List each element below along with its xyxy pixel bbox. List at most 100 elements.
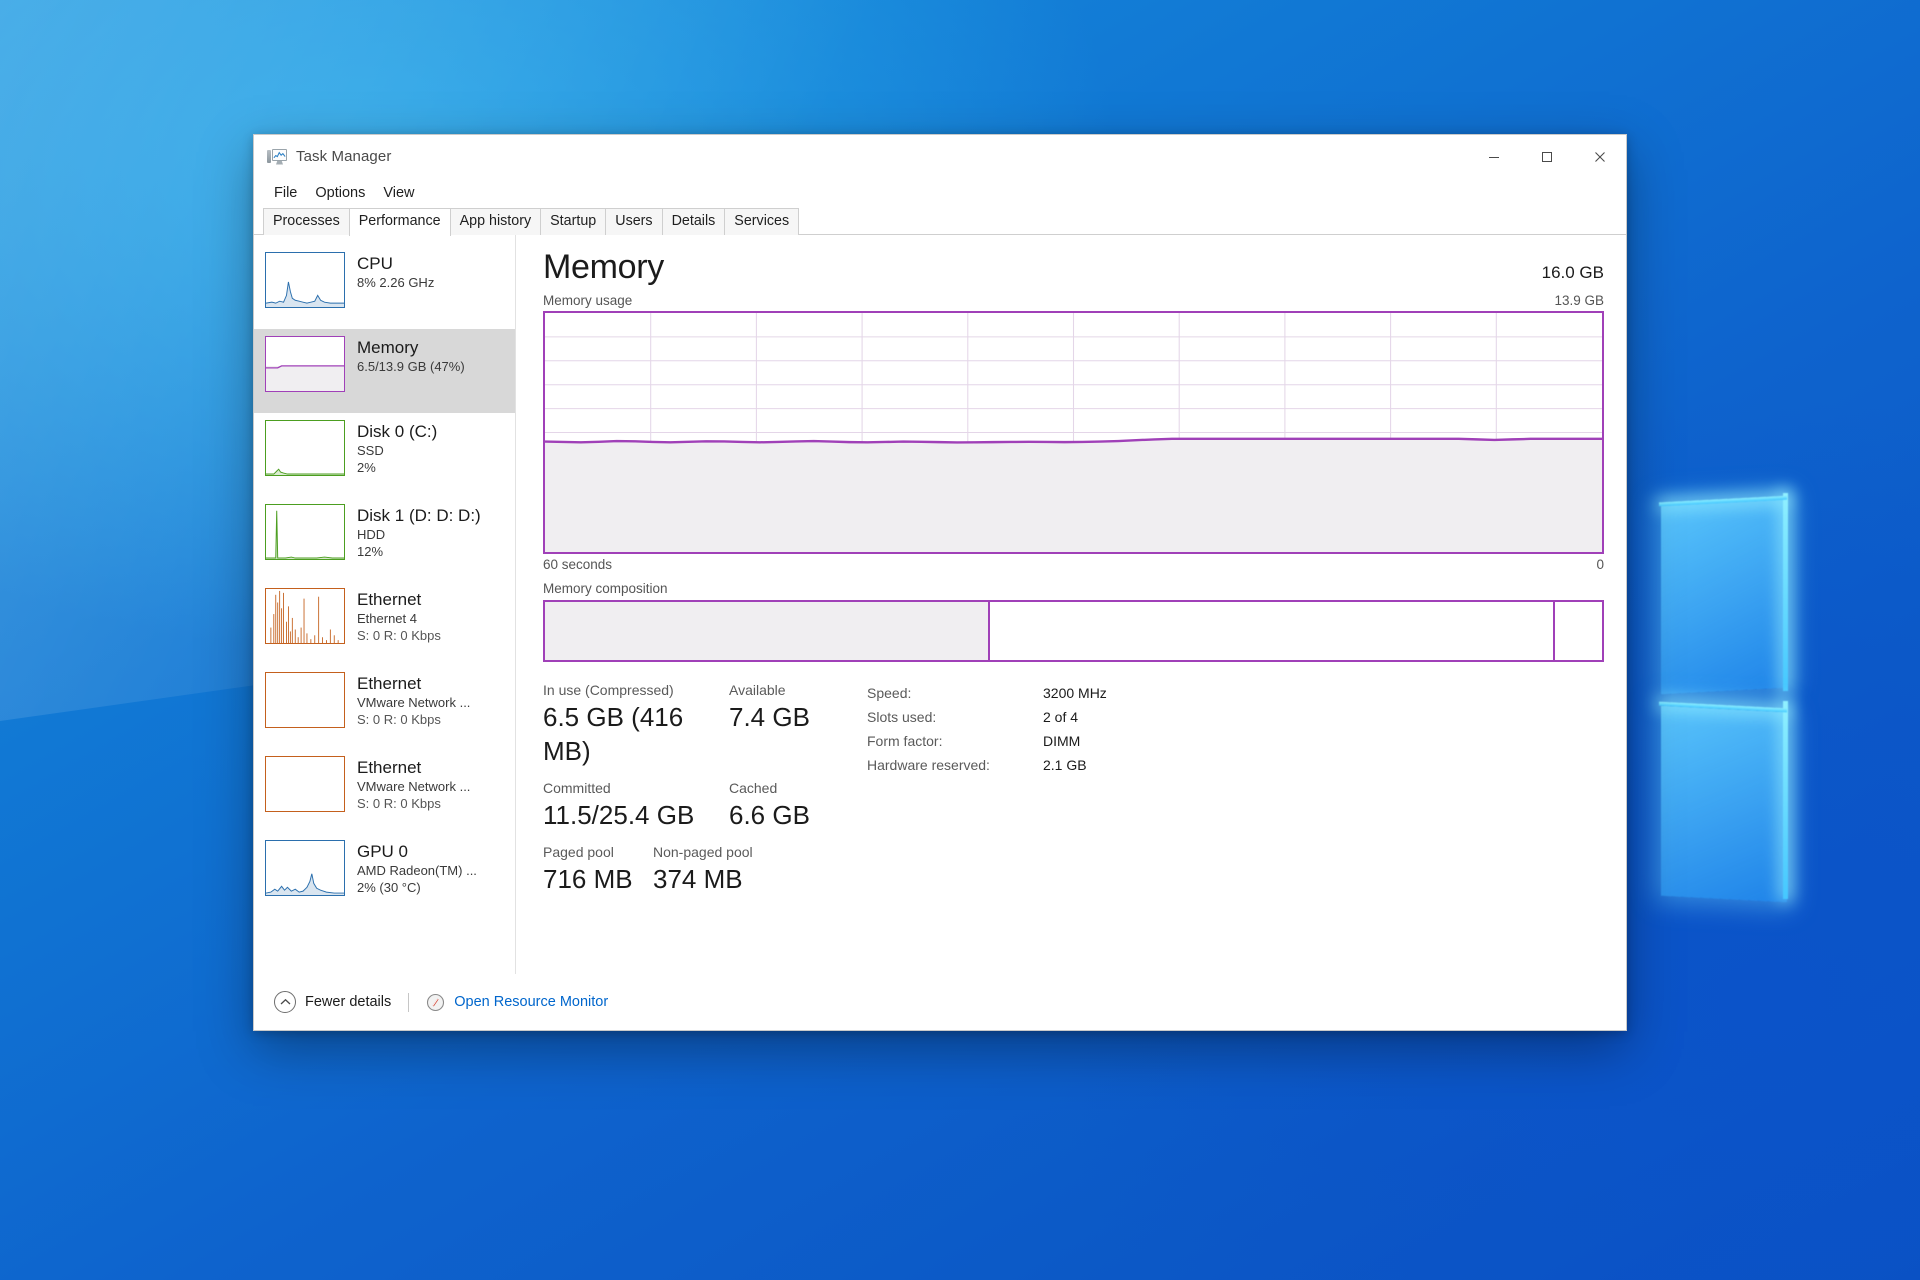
sidebar-item-sub2: S: 0 R: 0 Kbps	[357, 712, 441, 727]
close-button[interactable]	[1573, 135, 1626, 178]
panel-header: Memory 16.0 GB	[543, 247, 1604, 287]
tab-startup[interactable]: Startup	[540, 208, 607, 235]
detail-row-speed: Speed: 3200 MHz	[867, 681, 1107, 705]
footer-divider	[408, 992, 410, 1012]
resource-monitor-icon	[426, 993, 445, 1012]
menu-options[interactable]: Options	[307, 182, 373, 204]
composition-segment-in-use[interactable]	[545, 602, 988, 660]
in-use-value: 6.5 GB (416 MB)	[543, 702, 684, 766]
windows-logo-wallpaper	[1655, 487, 1915, 907]
sidebar-item-disk1[interactable]: Disk 1 (D: D: D:) HDD 12%	[254, 497, 515, 581]
sidebar-item-gpu0[interactable]: GPU 0 AMD Radeon(TM) ... 2% (30 °C)	[254, 833, 515, 917]
tab-app-history[interactable]: App history	[449, 208, 542, 235]
sidebar-item-ethernet-4[interactable]: Ethernet Ethernet 4 S: 0 R: 0 Kbps	[254, 581, 515, 665]
sidebar-item-sub1: VMware Network ...	[357, 779, 471, 794]
graph-axis-labels: 60 seconds 0	[543, 557, 1604, 572]
title-bar[interactable]: Task Manager	[254, 135, 1626, 178]
sidebar-item-title: GPU 0	[357, 842, 409, 861]
sidebar-item-sub2: 12%	[357, 544, 384, 559]
disk0-thumbnail-graph	[265, 420, 345, 476]
detail-value: 2.1 GB	[1043, 757, 1087, 773]
sidebar-item-memory[interactable]: Memory 6.5/13.9 GB (47%)	[254, 329, 515, 413]
sidebar-item-title: Disk 0 (C:)	[357, 422, 438, 441]
stat-group-pools: Paged pool Non-paged pool 716 MB 374 MB	[543, 842, 843, 896]
open-resource-monitor-link[interactable]: Open Resource Monitor	[426, 993, 608, 1012]
memory-usage-chart	[543, 311, 1604, 554]
ethernet4-thumbnail-graph	[265, 588, 345, 644]
sidebar-item-title: CPU	[357, 254, 393, 273]
minimize-button[interactable]	[1467, 135, 1520, 178]
sidebar-item-sub1: AMD Radeon(TM) ...	[357, 863, 477, 878]
non-paged-pool-value: 374 MB	[653, 864, 743, 894]
window-controls	[1467, 135, 1626, 178]
menu-bar: File Options View	[254, 178, 1626, 207]
memory-thumbnail-graph	[265, 336, 345, 392]
detail-key: Slots used:	[867, 709, 937, 725]
window-body: CPU 8% 2.26 GHz Memory 6.5/13.9 GB (47%)	[254, 235, 1626, 974]
tab-performance[interactable]: Performance	[348, 208, 451, 236]
detail-value: 2 of 4	[1043, 709, 1079, 725]
sidebar-item-sub2: S: 0 R: 0 Kbps	[357, 796, 441, 811]
tab-strip: Processes Performance App history Startu…	[254, 207, 1626, 236]
stat-group-inuse-available: In use (Compressed) Available 6.5 GB (41…	[543, 680, 843, 768]
sidebar-item-ethernet-vmware-1[interactable]: Ethernet VMware Network ... S: 0 R: 0 Kb…	[254, 665, 515, 749]
chevron-up-icon	[274, 991, 296, 1013]
ethernet-vmware1-thumbnail-graph	[265, 672, 345, 728]
ethernet-vmware2-thumbnail-graph	[265, 756, 345, 812]
cpu-thumbnail-graph	[265, 252, 345, 308]
window-footer: Fewer details Open Resource Monitor	[254, 974, 1626, 1030]
sidebar-item-sub1: HDD	[357, 527, 386, 542]
tab-users[interactable]: Users	[605, 208, 663, 235]
detail-value: 3200 MHz	[1043, 685, 1107, 701]
menu-view[interactable]: View	[375, 182, 422, 204]
tab-details[interactable]: Details	[661, 208, 726, 235]
sidebar-item-title: Disk 1 (D: D: D:)	[357, 506, 481, 525]
memory-statistics: In use (Compressed) Available 6.5 GB (41…	[543, 680, 1604, 906]
sidebar-item-title: Ethernet	[357, 758, 422, 777]
available-value: 7.4 GB	[729, 702, 810, 732]
sidebar-item-sub2: 2% (30 °C)	[357, 880, 421, 895]
sidebar-item-cpu[interactable]: CPU 8% 2.26 GHz	[254, 245, 515, 329]
sidebar-item-ethernet-vmware-2[interactable]: Ethernet VMware Network ... S: 0 R: 0 Kb…	[254, 749, 515, 833]
detail-row-hardware-reserved: Hardware reserved: 2.1 GB	[867, 753, 1107, 777]
detail-value: DIMM	[1043, 733, 1081, 749]
resource-sidebar: CPU 8% 2.26 GHz Memory 6.5/13.9 GB (47%)	[254, 235, 516, 974]
fewer-details-label: Fewer details	[305, 994, 392, 1010]
page-title: Memory	[543, 248, 664, 286]
memory-stats-left: In use (Compressed) Available 6.5 GB (41…	[543, 680, 843, 906]
memory-composition-bar[interactable]	[543, 600, 1604, 662]
window-title: Task Manager	[296, 148, 392, 165]
fewer-details-button[interactable]: Fewer details	[274, 991, 391, 1013]
axis-left-label: 60 seconds	[543, 557, 613, 572]
tab-services[interactable]: Services	[724, 208, 800, 235]
detail-key: Hardware reserved:	[867, 757, 990, 773]
sidebar-item-title: Ethernet	[357, 590, 422, 609]
memory-usage-chart-svg	[545, 313, 1602, 552]
sidebar-item-sub1: Ethernet 4	[357, 611, 417, 626]
tab-processes[interactable]: Processes	[263, 208, 350, 235]
stat-group-committed-cached: Committed Cached 11.5/25.4 GB 6.6 GB	[543, 778, 843, 832]
menu-file[interactable]: File	[266, 182, 305, 204]
sidebar-item-sub1: 8% 2.26 GHz	[357, 275, 435, 290]
sidebar-item-sub1: 6.5/13.9 GB (47%)	[357, 359, 465, 374]
composition-segment-standby-available[interactable]	[987, 602, 1553, 660]
memory-usage-label: Memory usage	[543, 293, 633, 308]
gpu0-thumbnail-graph	[265, 840, 345, 896]
sidebar-item-title: Ethernet	[357, 674, 422, 693]
disk1-thumbnail-graph	[265, 504, 345, 560]
axis-right-label: 0	[1596, 557, 1604, 572]
memory-hardware-details: Speed: 3200 MHz Slots used: 2 of 4 Form …	[843, 680, 1107, 906]
available-label: Available	[729, 682, 786, 698]
composition-segment-free[interactable]	[1552, 602, 1602, 660]
committed-label: Committed	[543, 780, 611, 796]
cached-label: Cached	[729, 780, 778, 796]
memory-composition-label: Memory composition	[543, 581, 668, 596]
detail-key: Form factor:	[867, 733, 943, 749]
sidebar-item-disk0[interactable]: Disk 0 (C:) SSD 2%	[254, 413, 515, 497]
performance-detail-panel: Memory 16.0 GB Memory usage 13.9 GB 60 s…	[516, 235, 1626, 974]
sidebar-item-sub2: S: 0 R: 0 Kbps	[357, 628, 441, 643]
cached-value: 6.6 GB	[729, 800, 810, 830]
task-manager-window: Task Manager File Options View Processes…	[253, 134, 1627, 1031]
maximize-button[interactable]	[1520, 135, 1573, 178]
detail-row-form-factor: Form factor: DIMM	[867, 729, 1107, 753]
